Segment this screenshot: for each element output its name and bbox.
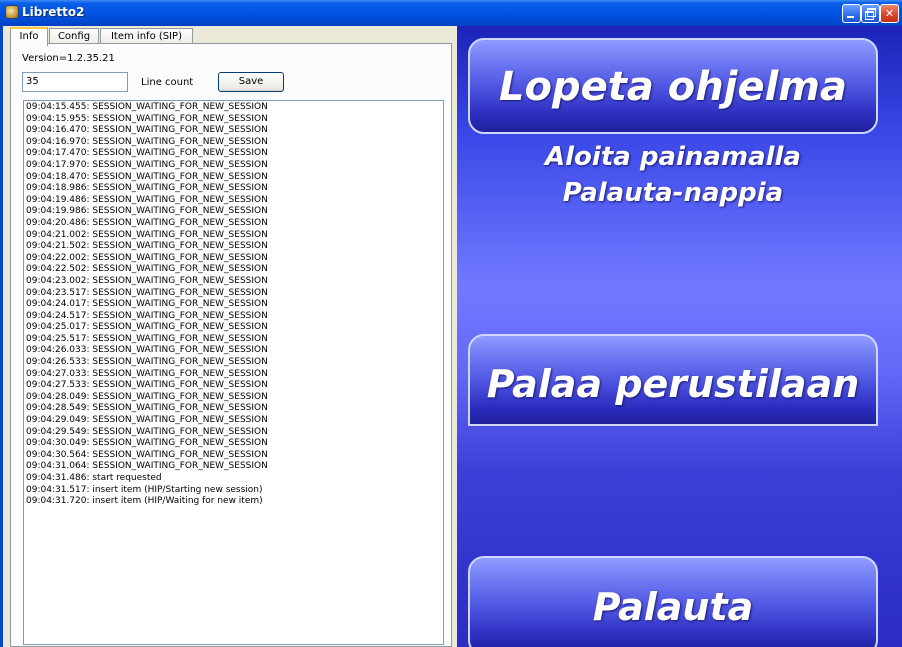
restore-icon[interactable] [861, 4, 880, 23]
log-line: 09:04:26.033: SESSION_WAITING_FOR_NEW_SE… [26, 345, 268, 356]
return-item-button[interactable]: Palauta [468, 556, 878, 647]
log-line: 09:04:28.549: SESSION_WAITING_FOR_NEW_SE… [26, 403, 268, 414]
line-count-label: Line count [141, 77, 194, 88]
log-list[interactable]: 09:04:15.455: SESSION_WAITING_FOR_NEW_SE… [23, 100, 444, 645]
log-line: 09:04:19.986: SESSION_WAITING_FOR_NEW_SE… [26, 206, 268, 217]
log-line: 09:04:29.549: SESSION_WAITING_FOR_NEW_SE… [26, 426, 268, 437]
log-line: 09:04:23.002: SESSION_WAITING_FOR_NEW_SE… [26, 275, 268, 286]
log-line: 09:04:23.517: SESSION_WAITING_FOR_NEW_SE… [26, 287, 268, 298]
log-line: 09:04:19.486: SESSION_WAITING_FOR_NEW_SE… [26, 194, 268, 205]
quit-button[interactable]: Lopeta ohjelma [468, 38, 878, 134]
log-line: 09:04:18.986: SESSION_WAITING_FOR_NEW_SE… [26, 183, 268, 194]
log-line: 09:04:29.049: SESSION_WAITING_FOR_NEW_SE… [26, 415, 268, 426]
action-panel: Lopeta ohjelma Aloita painamalla Palauta… [457, 26, 902, 647]
log-line: 09:04:21.002: SESSION_WAITING_FOR_NEW_SE… [26, 229, 268, 240]
instruction-line-1: Aloita painamalla [545, 142, 801, 172]
log-line: 09:04:24.517: SESSION_WAITING_FOR_NEW_SE… [26, 310, 268, 321]
log-line: 09:04:30.564: SESSION_WAITING_FOR_NEW_SE… [26, 449, 268, 460]
log-line: 09:04:31.064: SESSION_WAITING_FOR_NEW_SE… [26, 461, 268, 472]
log-line: 09:04:16.470: SESSION_WAITING_FOR_NEW_SE… [26, 125, 268, 136]
log-line: 09:04:31.517: insert item (HIP/Starting … [26, 484, 263, 495]
log-line: 09:04:27.033: SESSION_WAITING_FOR_NEW_SE… [26, 368, 268, 379]
log-line: 09:04:15.955: SESSION_WAITING_FOR_NEW_SE… [26, 113, 268, 124]
log-line: 09:04:26.533: SESSION_WAITING_FOR_NEW_SE… [26, 357, 268, 368]
app-icon[interactable] [5, 5, 19, 19]
log-line: 09:04:18.470: SESSION_WAITING_FOR_NEW_SE… [26, 171, 268, 182]
log-line: 09:04:22.002: SESSION_WAITING_FOR_NEW_SE… [26, 252, 268, 263]
return-to-home-button[interactable]: Palaa perustilaan [468, 334, 878, 426]
info-panel: Info Config Item info (SIP) Version=1.2.… [0, 26, 457, 647]
log-line: 09:04:16.970: SESSION_WAITING_FOR_NEW_SE… [26, 136, 268, 147]
log-line: 09:04:28.049: SESSION_WAITING_FOR_NEW_SE… [26, 391, 268, 402]
log-line: 09:04:25.017: SESSION_WAITING_FOR_NEW_SE… [26, 322, 268, 333]
log-line: 09:04:15.455: SESSION_WAITING_FOR_NEW_SE… [26, 102, 268, 112]
log-line: 09:04:30.049: SESSION_WAITING_FOR_NEW_SE… [26, 438, 268, 449]
log-line: 09:04:21.502: SESSION_WAITING_FOR_NEW_SE… [26, 241, 268, 252]
log-line: 09:04:24.017: SESSION_WAITING_FOR_NEW_SE… [26, 299, 268, 310]
log-line: 09:04:17.470: SESSION_WAITING_FOR_NEW_SE… [26, 148, 268, 159]
minimize-icon[interactable] [842, 4, 861, 23]
log-line: 09:04:17.970: SESSION_WAITING_FOR_NEW_SE… [26, 159, 268, 170]
log-line: 09:04:31.486: start requested [26, 473, 162, 483]
close-icon[interactable]: ✕ [880, 4, 899, 23]
tab-info[interactable]: Info [10, 27, 48, 46]
log-line: 09:04:27.533: SESSION_WAITING_FOR_NEW_SE… [26, 380, 268, 391]
version-label: Version=1.2.35.21 [22, 53, 115, 64]
title-bar[interactable]: Libretto2 ✕ [0, 0, 902, 26]
log-line: 09:04:25.517: SESSION_WAITING_FOR_NEW_SE… [26, 333, 268, 344]
info-tab-page: Version=1.2.35.21 35 Line count Save 09:… [10, 43, 452, 647]
save-button[interactable]: Save [218, 72, 284, 92]
log-line: 09:04:20.486: SESSION_WAITING_FOR_NEW_SE… [26, 217, 268, 228]
instruction-line-2: Palauta-nappia [562, 178, 784, 208]
log-line: 09:04:22.502: SESSION_WAITING_FOR_NEW_SE… [26, 264, 268, 275]
line-count-input[interactable]: 35 [22, 72, 128, 92]
window-title: Libretto2 [22, 5, 85, 19]
log-line: 09:04:31.720: insert item (HIP/Waiting f… [26, 496, 263, 507]
